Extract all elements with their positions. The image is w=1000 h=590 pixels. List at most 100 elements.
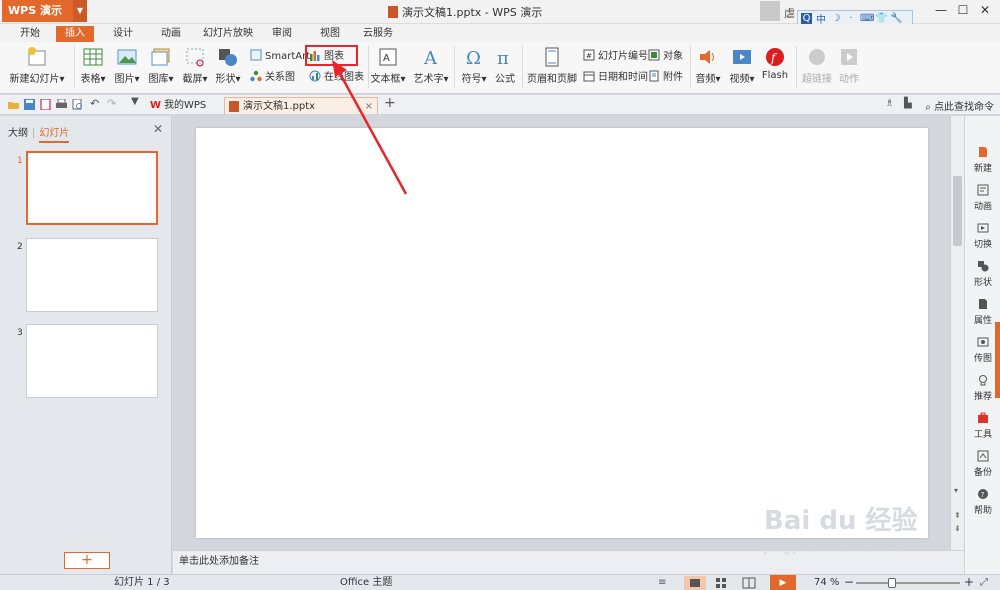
- slide-editor: [173, 116, 950, 550]
- vertical-scrollbar[interactable]: ▾ ⇞ ⇟: [950, 116, 964, 550]
- close-tab-icon[interactable]: ×: [365, 98, 373, 115]
- wordart-button[interactable]: A 艺术字▾: [412, 42, 450, 85]
- sidebar-item-shape[interactable]: 形状: [965, 260, 1000, 288]
- online-chart-button[interactable]: 在线图表: [309, 70, 364, 84]
- avatar[interactable]: [760, 1, 780, 21]
- slide-counter: 幻灯片 1 / 3: [114, 577, 170, 588]
- picture-button[interactable]: 图片▾: [112, 42, 142, 85]
- pptx-file-icon: [229, 101, 239, 112]
- attachment-button[interactable]: 附件: [648, 70, 683, 84]
- command-search[interactable]: ⌕ 点此查找命令: [925, 98, 994, 113]
- tab-home[interactable]: 开始: [12, 26, 48, 42]
- zoom-slider-handle[interactable]: [888, 578, 896, 588]
- title-bar: WPS 演示 ▼ 演示文稿1.pptx - WPS 演示 虐 Q 中 ☽ · ⌨…: [0, 0, 1000, 26]
- sidebar-item-help[interactable]: ? 帮助: [965, 488, 1000, 516]
- slide-number-icon: #: [583, 49, 595, 61]
- export-icon[interactable]: [40, 99, 51, 110]
- sidebar-item-tools[interactable]: 工具: [965, 412, 1000, 440]
- tab-outline[interactable]: 大纲: [8, 128, 28, 139]
- sidebar-item-backup[interactable]: 备份: [965, 450, 1000, 478]
- gallery-button[interactable]: 图库▾: [146, 42, 176, 85]
- zoom-slider[interactable]: [856, 582, 960, 584]
- flash-button[interactable]: f Flash: [760, 42, 790, 81]
- fit-window-icon[interactable]: ⤢: [980, 575, 988, 590]
- zoom-out-button[interactable]: −: [844, 575, 854, 590]
- tab-design[interactable]: 设计: [104, 26, 142, 42]
- textbox-button[interactable]: A 文本框▾: [369, 42, 407, 85]
- add-slide-button[interactable]: +: [64, 552, 110, 569]
- new-slide-button[interactable]: 新建幻灯片▾: [6, 42, 68, 85]
- sidebar-item-animation[interactable]: 动画: [965, 184, 1000, 212]
- open-folder-icon[interactable]: [8, 99, 19, 110]
- new-tab-button[interactable]: +: [384, 95, 396, 111]
- tab-view[interactable]: 视图: [312, 26, 348, 42]
- undo-icon[interactable]: ↶: [90, 97, 101, 110]
- slide-thumbnail-2[interactable]: [26, 238, 158, 312]
- formula-button[interactable]: π 公式: [492, 42, 518, 85]
- sidebar-item-new[interactable]: 新建: [965, 146, 1000, 174]
- skin-icon[interactable]: ♗: [885, 98, 894, 109]
- scrollbar-thumb[interactable]: [953, 176, 962, 246]
- page-down-icon[interactable]: ⇟: [954, 524, 961, 533]
- theme-name[interactable]: Office 主题: [340, 575, 392, 590]
- pin-icon[interactable]: ▙: [904, 98, 912, 109]
- prev-slide-icon[interactable]: ▾: [954, 486, 958, 495]
- normal-view-icon[interactable]: [684, 576, 706, 590]
- tab-slideshow[interactable]: 幻灯片放映: [198, 26, 258, 42]
- minimize-button[interactable]: —: [930, 3, 952, 17]
- relation-diagram-button[interactable]: 关系图: [250, 70, 295, 84]
- smartart-button[interactable]: SmartArt: [250, 49, 310, 63]
- redo-icon[interactable]: ↷: [107, 97, 118, 110]
- close-panel-icon[interactable]: ✕: [153, 122, 163, 136]
- sidebar-item-transition[interactable]: 切换: [965, 222, 1000, 250]
- date-time-button[interactable]: 日期和时间: [583, 70, 648, 84]
- zoom-level[interactable]: 74 %: [814, 575, 839, 590]
- slide-thumbnail-3[interactable]: [26, 324, 158, 398]
- app-menu-button[interactable]: WPS 演示 ▼: [2, 0, 87, 22]
- hyperlink-button[interactable]: 超链接: [800, 42, 834, 85]
- ime-logo-icon[interactable]: Q: [801, 12, 812, 24]
- play-slideshow-button[interactable]: ▶: [770, 575, 796, 590]
- ime-punct-icon[interactable]: ·: [845, 13, 857, 24]
- close-window-button[interactable]: ✕: [974, 3, 996, 17]
- maximize-button[interactable]: ☐: [952, 3, 974, 17]
- slide-thumbnail-1[interactable]: [26, 151, 158, 225]
- notes-toggle-icon[interactable]: ≡: [658, 575, 666, 590]
- app-menu-chevron-icon[interactable]: ▼: [73, 0, 87, 22]
- header-footer-button[interactable]: 页眉和页脚: [526, 42, 578, 85]
- print-preview-icon[interactable]: [72, 99, 83, 110]
- screenshot-button[interactable]: 截屏▾: [180, 42, 210, 85]
- ime-moon-icon[interactable]: ☽: [830, 13, 842, 24]
- tab-my-wps[interactable]: W 我的WPS: [146, 97, 224, 114]
- object-button[interactable]: 对象: [648, 49, 683, 63]
- ime-tool-icon[interactable]: 🔧: [890, 13, 902, 24]
- ime-skin-icon[interactable]: 👕: [875, 13, 887, 24]
- save-icon[interactable]: [24, 99, 35, 110]
- tab-animation[interactable]: 动画: [152, 26, 190, 42]
- print-icon[interactable]: [56, 99, 67, 110]
- slide-number: 1: [17, 156, 23, 166]
- customize-chevron-down-icon[interactable]: ▼: [131, 96, 142, 107]
- action-icon: [841, 49, 857, 65]
- tab-slides[interactable]: 幻灯片: [39, 128, 70, 143]
- page-up-icon[interactable]: ⇞: [954, 511, 961, 520]
- slide-sorter-icon[interactable]: [710, 576, 732, 590]
- slide-number-button[interactable]: # 幻灯片编号: [583, 49, 648, 63]
- tab-document[interactable]: 演示文稿1.pptx ×: [224, 97, 378, 114]
- smartart-icon: [250, 49, 262, 61]
- symbol-button[interactable]: Ω 符号▾: [458, 42, 490, 85]
- side-panel-toggle[interactable]: [995, 322, 1000, 398]
- slide-canvas[interactable]: [196, 128, 928, 538]
- user-name[interactable]: 虐: [784, 5, 795, 21]
- action-button[interactable]: 动作: [836, 42, 862, 85]
- video-button[interactable]: 视频▾: [726, 42, 758, 85]
- table-button[interactable]: 表格▾: [78, 42, 108, 85]
- tab-review[interactable]: 审阅: [264, 26, 300, 42]
- reading-view-icon[interactable]: [738, 576, 760, 590]
- tab-insert[interactable]: 插入: [56, 26, 94, 42]
- audio-button[interactable]: 音频▾: [692, 42, 724, 85]
- ime-keyboard-icon[interactable]: ⌨: [860, 13, 874, 24]
- tab-cloud[interactable]: 云服务: [358, 26, 398, 42]
- shape-button[interactable]: 形状▾: [213, 42, 243, 85]
- zoom-in-button[interactable]: +: [964, 575, 974, 590]
